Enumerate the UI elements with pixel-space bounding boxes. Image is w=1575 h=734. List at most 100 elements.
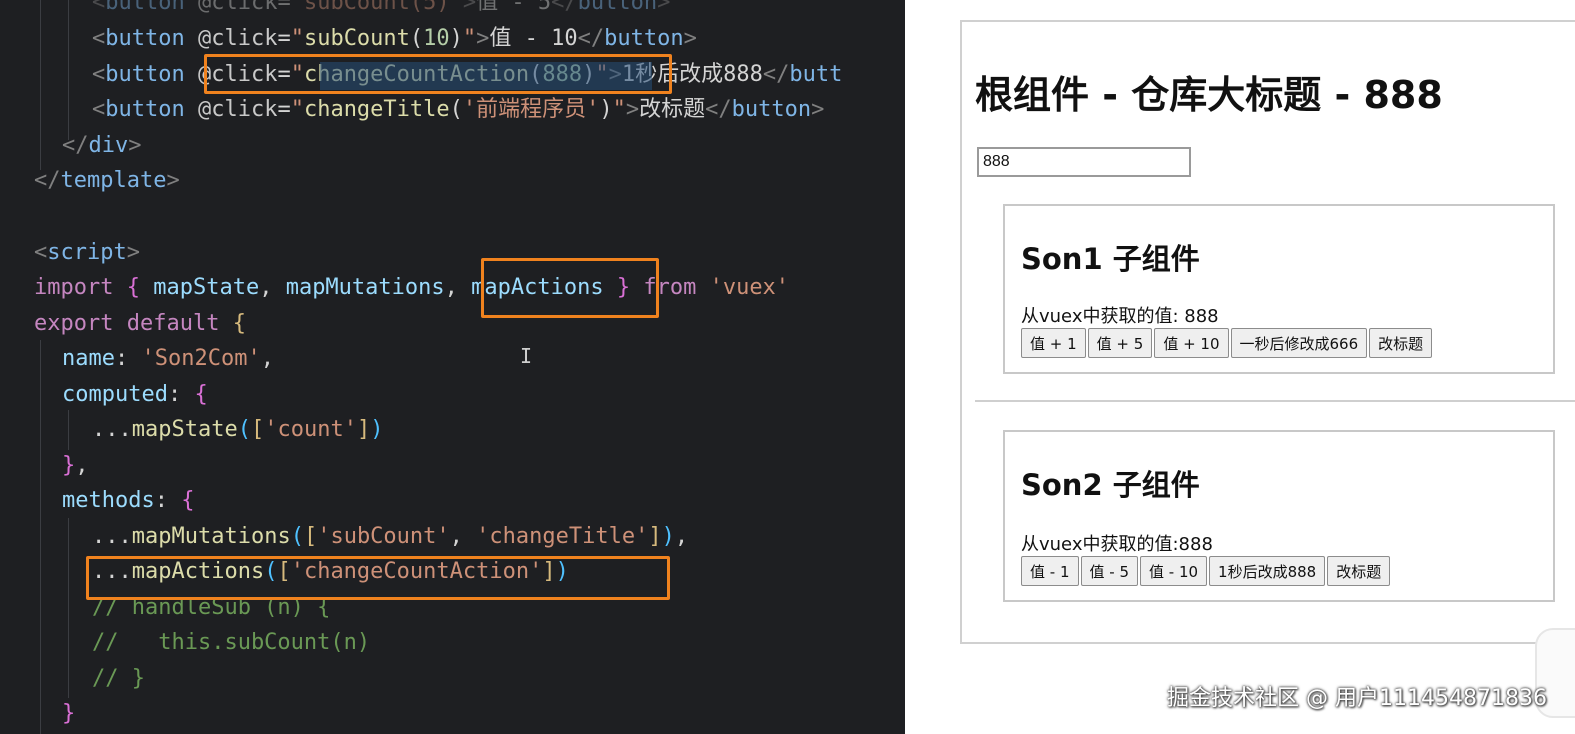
code-token: >: [462, 0, 477, 15]
code-token: default: [113, 311, 220, 336]
son1-add1-button[interactable]: 值 + 1: [1021, 328, 1086, 358]
code-token: {: [232, 311, 246, 336]
code-token: [: [303, 524, 318, 549]
code-token: =: [277, 0, 291, 15]
highlight-box-mapactions-spread: [86, 556, 670, 600]
code-token: (: [237, 417, 251, 442]
son2-sub1-button[interactable]: 值 - 1: [1021, 556, 1079, 586]
code-token: button: [577, 0, 658, 15]
code-token: button: [105, 26, 185, 51]
code-token: :: [167, 382, 195, 407]
code-token: </: [762, 62, 790, 87]
code-token: ,: [449, 524, 477, 549]
code-token: >: [811, 97, 825, 122]
code-token: :: [114, 346, 142, 371]
code-token: ]: [648, 524, 662, 549]
son2-sub5-button[interactable]: 值 - 5: [1080, 556, 1138, 586]
code-token: template: [60, 168, 167, 193]
line-btn-sub5[interactable]: <button @click="subCount(5)">值 - 5</butt…: [92, 0, 670, 20]
indent-guide: [40, 0, 41, 170]
code-token: computed: [62, 382, 168, 407]
line-comment-2[interactable]: // this.subCount(n): [92, 626, 370, 660]
code-token: 值 - 5: [476, 0, 552, 15]
code-token: button: [105, 97, 185, 122]
line-name[interactable]: name: 'Son2Com',: [62, 342, 274, 376]
highlight-box-click-action: [204, 54, 672, 94]
line-import[interactable]: import { mapState, mapMutations, mapActi…: [34, 271, 789, 305]
line-div-close[interactable]: </div>: [62, 129, 142, 163]
code-token: <: [92, 26, 106, 51]
code-token: import: [34, 275, 114, 300]
code-token: </: [34, 168, 61, 193]
line-btn-sub10[interactable]: <button @click="subCount(10)">值 - 10</bu…: [92, 22, 697, 56]
son2-delay-888-button[interactable]: 1秒后改成888: [1209, 556, 1326, 586]
code-token: 'Son2Com': [141, 346, 261, 371]
code-token: >: [476, 26, 490, 51]
line-btn-title[interactable]: <button @click="changeTitle('前端程序员')">改标…: [92, 93, 824, 127]
code-editor[interactable]: <button @click="subCount(5)">值 - 5</butt…: [0, 0, 905, 734]
code-token: (: [290, 524, 304, 549]
code-token: >: [128, 133, 142, 158]
code-token: button: [105, 62, 185, 87]
code-token: ...: [92, 417, 132, 442]
root-title: 根组件 - 仓库大标题 - 888: [975, 73, 1443, 117]
code-token: @click: [184, 26, 278, 51]
line-template-close[interactable]: </template>: [34, 164, 180, 198]
son1-button-row: 值 + 1 值 + 5 值 + 10 一秒后修改成666 改标题: [1021, 328, 1434, 358]
indent-guide: [40, 340, 41, 734]
code-token: 值 - 10: [489, 26, 578, 51]
code-token: subCount: [303, 26, 410, 51]
son2-button-row: 值 - 1 值 - 5 值 - 10 1秒后改成888 改标题: [1021, 556, 1392, 586]
code-token: ": [290, 26, 304, 51]
code-token: mapMutations: [131, 524, 291, 549]
line-comment-3[interactable]: // }: [92, 662, 145, 696]
line-methods[interactable]: methods: {: [62, 484, 194, 518]
son1-delay-666-button[interactable]: 一秒后修改成666: [1230, 328, 1368, 358]
indent-guide: [68, 518, 69, 698]
line-methods-close[interactable]: }: [62, 697, 75, 731]
code-token: export: [34, 311, 114, 336]
code-token: mapState: [131, 417, 238, 442]
line-script-open[interactable]: <script>: [34, 236, 140, 270]
code-token: =: [277, 26, 291, 51]
code-token: <: [34, 240, 48, 265]
line-computed[interactable]: computed: {: [62, 378, 208, 412]
code-token: 'count': [264, 417, 357, 442]
line-mapstate[interactable]: ...mapState(['count']): [92, 413, 383, 447]
code-token: >: [683, 26, 697, 51]
code-token: {: [181, 488, 195, 513]
code-token: [: [250, 417, 265, 442]
son1-change-title-button[interactable]: 改标题: [1369, 328, 1433, 358]
son1-component: Son1 子组件 从vuex中获取的值: 888 值 + 1 值 + 5 值 +…: [1003, 204, 1555, 374]
code-token: :: [154, 488, 182, 513]
code-token: ): [449, 26, 463, 51]
code-token: <: [92, 97, 106, 122]
code-token: >: [166, 168, 180, 193]
line-computed-close[interactable]: },: [62, 449, 89, 483]
son2-title: Son2 子组件: [1021, 468, 1200, 502]
son1-add10-button[interactable]: 值 + 10: [1154, 328, 1229, 358]
code-token: ...: [92, 524, 132, 549]
line-export[interactable]: export default {: [34, 307, 246, 341]
code-token: ,: [260, 346, 274, 371]
code-token: ,: [75, 453, 89, 478]
son1-count-text: 从vuex中获取的值: 888: [1021, 306, 1219, 327]
browser-preview: 根组件 - 仓库大标题 - 888 Son1 子组件 从vuex中获取的值: 8…: [905, 0, 1575, 734]
son2-sub10-button[interactable]: 值 - 10: [1140, 556, 1208, 586]
code-token: 'subCount': [317, 524, 450, 549]
code-token: </: [551, 0, 578, 15]
code-token: div: [88, 133, 129, 158]
son1-add5-button[interactable]: 值 + 5: [1087, 328, 1153, 358]
code-token: ): [599, 97, 613, 122]
code-token: button: [604, 26, 684, 51]
count-input[interactable]: [977, 147, 1191, 177]
code-token: }: [62, 453, 76, 478]
code-token: }: [62, 701, 76, 726]
son1-title: Son1 子组件: [1021, 242, 1200, 276]
code-token: methods: [62, 488, 155, 513]
son2-change-title-button[interactable]: 改标题: [1327, 556, 1391, 586]
line-mapmutations[interactable]: ...mapMutations(['subCount', 'changeTitl…: [92, 520, 688, 554]
code-token: ": [612, 97, 626, 122]
code-token: ": [462, 26, 477, 51]
